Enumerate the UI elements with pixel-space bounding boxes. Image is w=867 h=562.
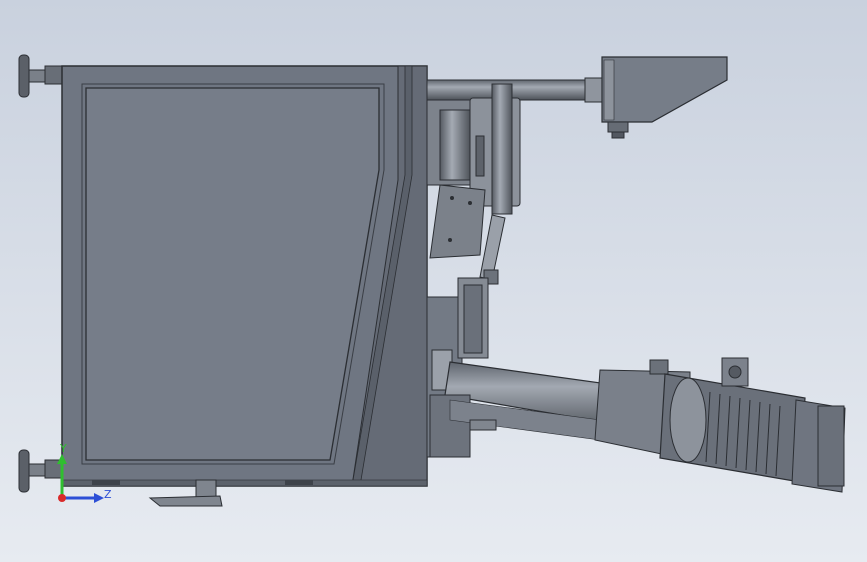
triad-x-axis <box>58 494 66 502</box>
machine-cabinet[interactable] <box>61 65 428 487</box>
cad-viewport[interactable]: Y Z <box>0 0 867 562</box>
mounting-bracket[interactable] <box>429 184 486 259</box>
triad-y-label: Y <box>59 442 67 455</box>
triad-z-label: Z <box>104 488 112 501</box>
cad-scene: Y Z <box>0 0 867 562</box>
